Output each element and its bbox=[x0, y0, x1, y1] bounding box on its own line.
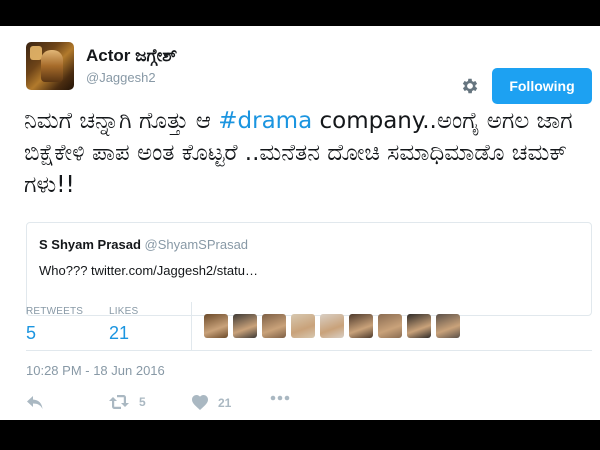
hashtag-link[interactable]: #drama bbox=[218, 108, 312, 134]
liker-avatar[interactable] bbox=[349, 314, 373, 338]
tweet-stats: RETWEETS 5 LIKES 21 bbox=[26, 302, 592, 350]
retweets-label: RETWEETS bbox=[26, 306, 84, 317]
heart-icon bbox=[192, 395, 208, 410]
retweets-count: 5 bbox=[26, 323, 37, 343]
reply-button[interactable] bbox=[26, 395, 44, 411]
quoted-handle: @ShyamSPrasad bbox=[144, 237, 249, 252]
liker-avatar[interactable] bbox=[262, 314, 286, 338]
quoted-author: S Shyam Prasad @ShyamSPrasad bbox=[39, 237, 248, 252]
likes-label: LIKES bbox=[109, 306, 139, 317]
retweet-button[interactable]: 5 bbox=[109, 395, 146, 409]
retweets-stat[interactable]: RETWEETS 5 bbox=[26, 306, 83, 344]
more-button[interactable] bbox=[270, 395, 290, 401]
like-button[interactable]: 21 bbox=[192, 395, 231, 410]
avatar-figure bbox=[41, 50, 63, 82]
liker-avatar[interactable] bbox=[291, 314, 315, 338]
user-handle[interactable]: @Jaggesh2 bbox=[86, 70, 156, 85]
retweet-icon bbox=[109, 395, 129, 409]
timestamp[interactable]: 10:28 PM - 18 Jun 2016 bbox=[26, 363, 165, 378]
tweet-text: ನಿಮಗೆ ಚನ್ನಾಗಿ ಗೊತ್ತು ಆ #drama company..ಅ… bbox=[24, 105, 584, 201]
divider bbox=[26, 350, 592, 351]
liker-avatar[interactable] bbox=[233, 314, 257, 338]
reply-icon bbox=[27, 396, 43, 409]
liker-avatar[interactable] bbox=[204, 314, 228, 338]
following-button[interactable]: Following bbox=[492, 68, 592, 104]
stats-divider bbox=[191, 302, 192, 350]
tweet-actions: 5 21 bbox=[26, 395, 326, 415]
liker-avatar[interactable] bbox=[378, 314, 402, 338]
tweet-text-start: ನಿಮಗೆ ಚನ್ನಾಗಿ ಗೊತ್ತು ಆ bbox=[24, 108, 219, 134]
quoted-text: Who??? twitter.com/Jaggesh2/statu… bbox=[39, 263, 258, 278]
tweet-card: Actor ಜಗ್ಗೇಶ್ @Jaggesh2 Following ನಿಮಗೆ … bbox=[0, 26, 600, 420]
display-name[interactable]: Actor ಜಗ್ಗೇಶ್ bbox=[86, 46, 177, 66]
liker-avatars bbox=[204, 314, 460, 338]
likes-count: 21 bbox=[109, 323, 130, 343]
likes-stat[interactable]: LIKES 21 bbox=[109, 306, 138, 344]
gear-icon[interactable] bbox=[460, 76, 480, 96]
quoted-name: S Shyam Prasad bbox=[39, 237, 141, 252]
avatar[interactable] bbox=[26, 42, 74, 90]
liker-avatar[interactable] bbox=[407, 314, 431, 338]
liker-avatar[interactable] bbox=[436, 314, 460, 338]
like-count: 21 bbox=[218, 395, 232, 410]
retweet-count: 5 bbox=[139, 395, 146, 409]
more-icon bbox=[270, 395, 290, 401]
liker-avatar[interactable] bbox=[320, 314, 344, 338]
